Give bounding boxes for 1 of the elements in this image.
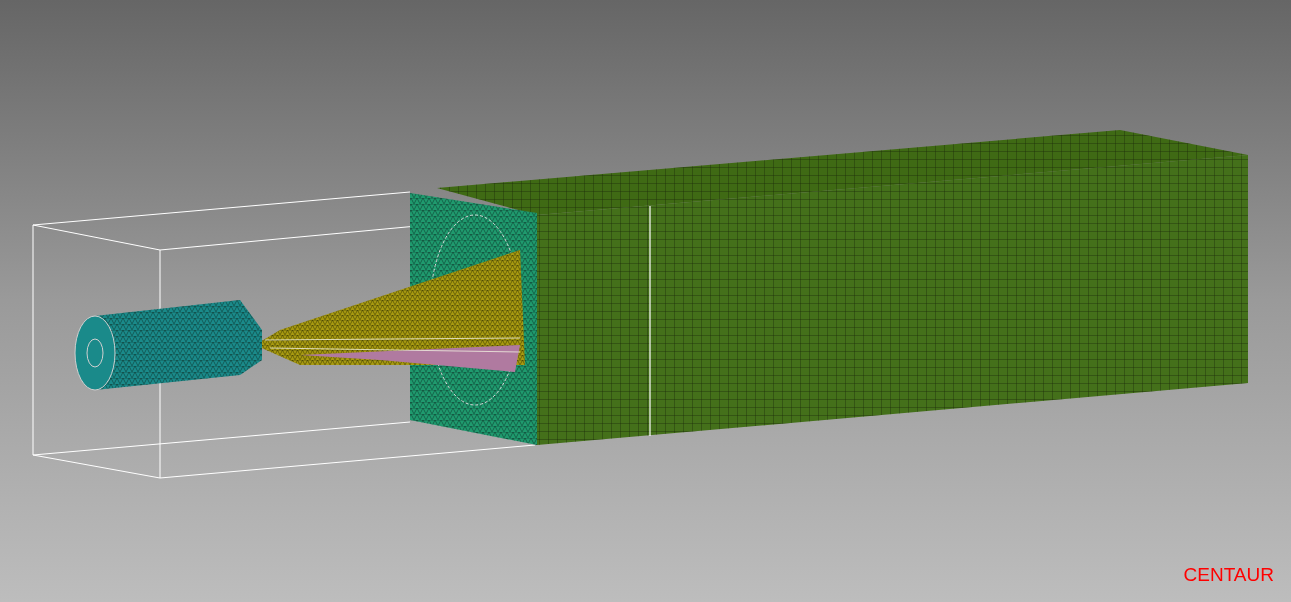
program-label: CENTAUR: [1183, 562, 1274, 587]
